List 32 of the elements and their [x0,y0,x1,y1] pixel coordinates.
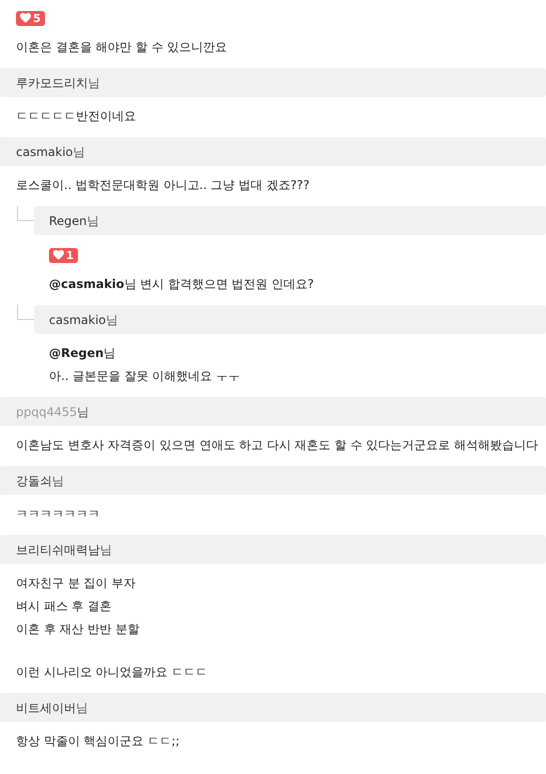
author-name[interactable]: 브리티쉬매력남 [16,540,100,558]
comment-text: 이런 시나리오 아니었을까요 ㄷㄷㄷ [16,664,208,681]
heart-icon [53,250,64,260]
author-name[interactable]: Regen [49,212,87,230]
comment-text: 여자친구 분 집이 부자 [16,575,136,592]
comment-text: ㅋㅋㅋㅋㅋㅋㅋ [16,506,101,523]
author-name[interactable]: 루카모드리치 [16,74,88,92]
comment-text: 항상 막줄이 핵심이군요 ㄷㄷ;; [16,733,181,750]
comment-text: 이혼남도 변호사 자격증이 있으면 연애도 하고 다시 재혼도 할 수 있다는거군요로 해석해봤습니다 [16,437,539,454]
comment-text: 이혼 후 재산 반반 분할 [16,621,140,638]
comment-text: 아.. 글본문을 잘못 이해했네요 ㅜㅜ [49,368,241,385]
author-name[interactable]: casmakio [16,142,73,160]
heart-icon [20,13,31,23]
honorific: 님 [100,542,112,558]
honorific: 님 [88,74,100,92]
comment-text: ㄷㄷㄷㄷㄷ반전이네요 [16,108,137,125]
like-count: 5 [33,12,41,24]
honorific: 님 [106,312,118,328]
honorific: 님 [77,404,90,420]
author-name[interactable]: casmakio [49,310,106,328]
comment-text: @Regen님 [49,345,117,362]
author-name[interactable]: 비트세이버 [16,698,76,716]
honorific: 님 [72,144,85,160]
honorific: 님 [52,472,64,490]
comment-text: 벼시 패스 후 결혼 [16,598,112,615]
honorific: 님 [76,700,88,716]
author-name[interactable]: 강돌쇠 [16,472,52,490]
comment-text: 이혼은 결혼을 해야만 할 수 있으니깐요 [16,39,228,56]
like-count: 1 [66,250,74,260]
comment-text: @casmakio님 변시 합격했으면 법전원 인데요? [49,276,315,293]
comment-text: 로스쿨이.. 법학전문대학원 아니고.. 그냥 법대 겠죠??? [16,177,310,194]
honorific: 님 [86,212,99,230]
